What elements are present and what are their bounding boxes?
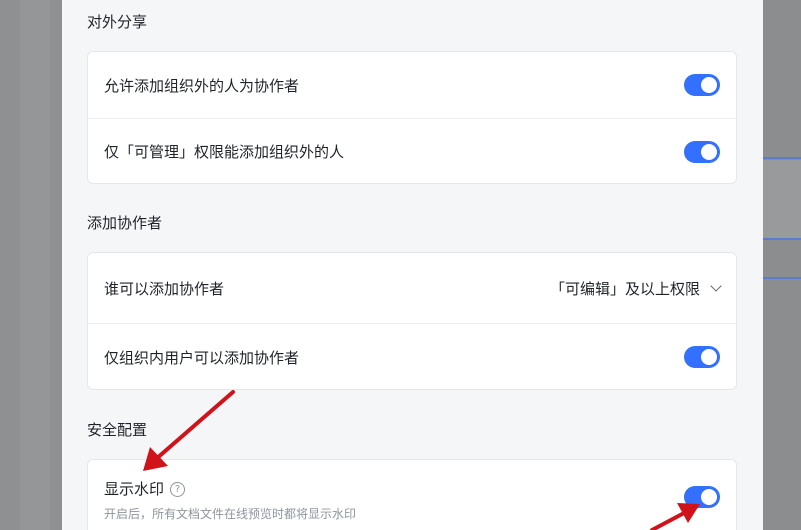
annotation-arrows <box>143 390 700 530</box>
red-arrow-annotation <box>143 390 235 471</box>
red-arrow-annotation <box>650 503 700 530</box>
